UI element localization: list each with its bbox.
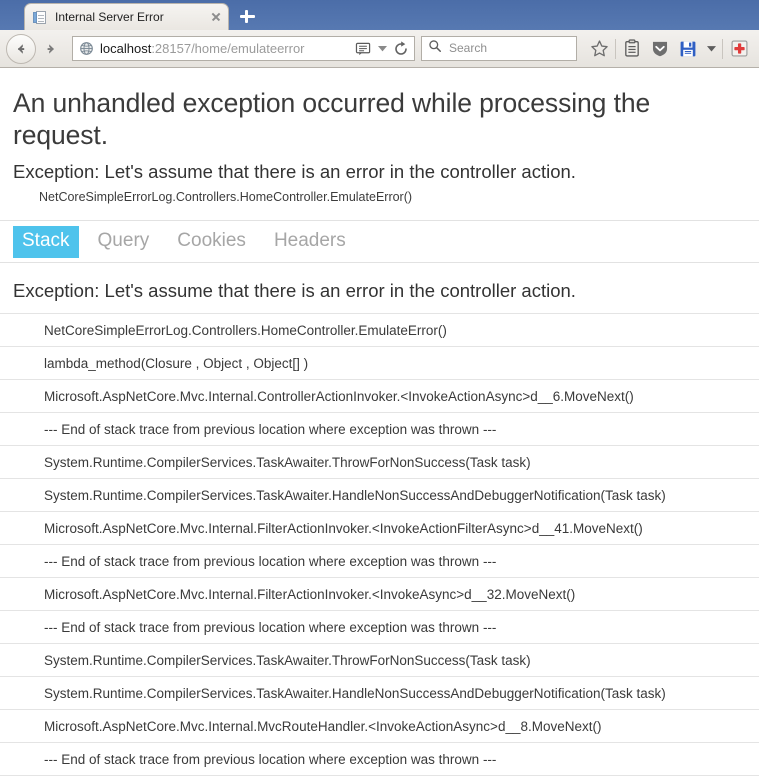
reload-icon[interactable] (390, 38, 412, 59)
forward-button[interactable] (38, 36, 64, 62)
address-bar[interactable]: localhost:28157/home/emulateerror (72, 36, 415, 61)
stack-frame-row: Microsoft.AspNetCore.Mvc.Internal.Filter… (0, 578, 759, 611)
browser-tab-title: Internal Server Error (55, 9, 164, 24)
address-bar-text: localhost:28157/home/emulateerror (100, 41, 352, 57)
floppy-save-icon[interactable] (674, 35, 702, 63)
shield-chevron-icon[interactable] (646, 35, 674, 63)
browser-tab-internal-server-error[interactable]: Internal Server Error (24, 3, 229, 30)
chevron-down-icon[interactable] (374, 38, 390, 59)
tab-strip: Internal Server Error (0, 0, 759, 30)
new-tab-button[interactable] (232, 3, 262, 30)
stack-frame-row: --- End of stack trace from previous loc… (0, 743, 759, 776)
error-page: An unhandled exception occurred while pr… (0, 87, 759, 776)
library-icon[interactable] (618, 35, 646, 63)
exception-subtitle: Exception: Let's assume that there is an… (13, 161, 576, 182)
back-button[interactable] (6, 33, 36, 64)
stack-frame-row: NetCoreSimpleErrorLog.Controllers.HomeCo… (0, 314, 759, 347)
search-placeholder: Search (449, 41, 488, 55)
stack-frame-row: Microsoft.AspNetCore.Mvc.Internal.MvcRou… (0, 710, 759, 743)
red-cross-addon-icon[interactable] (725, 35, 753, 63)
tab-cookies[interactable]: Cookies (168, 226, 255, 258)
stack-heading: Exception: Let's assume that there is an… (0, 263, 759, 314)
star-icon[interactable] (585, 35, 613, 63)
search-icon (428, 39, 442, 58)
globe-icon (79, 41, 94, 56)
toolbar-divider (615, 38, 616, 59)
url-path: :28157/home/emulateerror (151, 40, 305, 56)
search-box[interactable]: Search (421, 36, 577, 61)
stack-frame-row: Microsoft.AspNetCore.Mvc.Internal.Filter… (0, 512, 759, 545)
arrow-right-icon (47, 43, 54, 54)
tab-query[interactable]: Query (89, 226, 159, 258)
arrow-left-icon (18, 43, 25, 54)
stack-frame-row: Microsoft.AspNetCore.Mvc.Internal.Contro… (0, 380, 759, 413)
save-dropdown-icon[interactable] (702, 35, 720, 63)
stack-frame-row: --- End of stack trace from previous loc… (0, 545, 759, 578)
error-page-header: An unhandled exception occurred while pr… (0, 87, 759, 206)
stack-frame-row: --- End of stack trace from previous loc… (0, 413, 759, 446)
close-icon[interactable] (208, 9, 224, 25)
stack-frame-row: System.Runtime.CompilerServices.TaskAwai… (0, 677, 759, 710)
url-host: localhost (100, 40, 152, 56)
stack-panel: Exception: Let's assume that there is an… (0, 263, 759, 776)
navigation-toolbar: localhost:28157/home/emulateerror Search (0, 30, 759, 68)
stack-frame-row: lambda_method(Closure , Object , Object[… (0, 347, 759, 380)
exception-method: NetCoreSimpleErrorLog.Controllers.HomeCo… (39, 190, 413, 204)
page-title: An unhandled exception occurred while pr… (13, 88, 651, 150)
stack-frame-row: System.Runtime.CompilerServices.TaskAwai… (0, 644, 759, 677)
reader-mode-icon[interactable] (352, 38, 374, 59)
toolbar-divider-2 (722, 38, 723, 59)
detail-tabs: Stack Query Cookies Headers (0, 220, 759, 263)
stack-frame-row: System.Runtime.CompilerServices.TaskAwai… (0, 479, 759, 512)
stack-frame-row: --- End of stack trace from previous loc… (0, 611, 759, 644)
tab-stack[interactable]: Stack (13, 225, 79, 258)
tab-headers[interactable]: Headers (265, 226, 355, 258)
page-icon (33, 10, 48, 25)
browser-chrome: Internal Server Error localhost:28157/ho… (0, 0, 759, 68)
stack-frame-row: System.Runtime.CompilerServices.TaskAwai… (0, 446, 759, 479)
